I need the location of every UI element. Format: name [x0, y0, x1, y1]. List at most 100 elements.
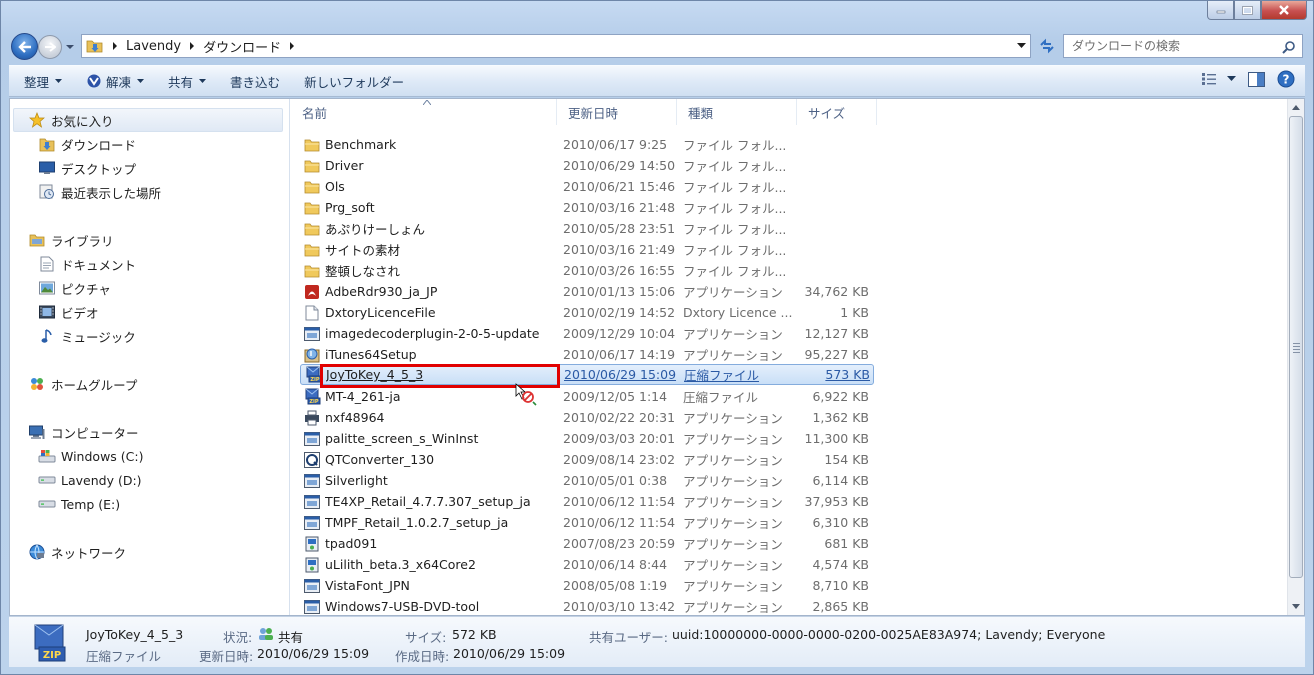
file-row[interactable]: TMPF_Retail_1.0.2.7_setup_ja 2010/06/12 1… [300, 512, 874, 533]
file-row[interactable]: QTConverter_130 2009/08/14 23:02 アプリケーション 1… [300, 449, 874, 470]
file-date: 2009/08/14 23:02 [563, 452, 676, 467]
detail-size-value: 572 KB [452, 627, 497, 642]
help-button[interactable]: ? [1277, 70, 1295, 88]
scroll-down-icon [1292, 604, 1300, 609]
music-icon [41, 329, 52, 343]
nav-pictures[interactable]: ピクチャ [38, 277, 111, 299]
nav-drive-d[interactable]: Lavendy (D:) [38, 469, 142, 491]
file-type: Dxtory Licence ... [683, 305, 793, 320]
file-row[interactable]: サイトの素材 2010/03/16 21:49 ファイル フォル... [300, 239, 874, 260]
column-size[interactable]: サイズ [797, 99, 877, 125]
file-size: 6,114 KB [812, 473, 869, 488]
address-bar[interactable]: Lavendy ダウンロード [81, 34, 1031, 58]
arrow-left-icon [17, 40, 31, 53]
file-name: あぷりけーしょん [325, 222, 426, 237]
column-modified-label: 更新日時 [568, 105, 619, 121]
computer-icon [29, 425, 45, 439]
file-row[interactable]: Ols 2010/06/21 15:46 ファイル フォル... [300, 176, 874, 197]
scroll-down-button[interactable] [1288, 598, 1304, 615]
file-row[interactable]: TE4XP_Retail_4.7.7.307_setup_ja 2010/06/1… [300, 491, 874, 512]
nav-downloads[interactable]: ダウンロード [38, 133, 136, 155]
close-button[interactable] [1261, 1, 1307, 20]
file-size: 573 KB [825, 367, 870, 382]
back-button[interactable] [11, 33, 38, 60]
breadcrumb-downloads[interactable]: ダウンロード [195, 37, 295, 56]
file-row[interactable]: DxtoryLicenceFile 2010/02/19 14:52 Dxtory … [300, 302, 874, 323]
nav-homegroup[interactable]: ホームグループ [28, 373, 137, 395]
file-date: 2010/03/16 21:48 [563, 200, 676, 215]
folder-icon [303, 220, 321, 237]
nav-favorites[interactable]: お気に入り [13, 108, 283, 132]
refresh-button[interactable] [1035, 35, 1059, 57]
file-row[interactable]: VistaFont_JPN 2008/05/08 1:19 アプリケーション 8,71… [300, 575, 874, 596]
file-row[interactable]: AdbeRdr930_ja_JP 2010/01/13 15:06 アプリケーション… [300, 281, 874, 302]
nav-drive-e[interactable]: Temp (E:) [38, 493, 120, 515]
search-input[interactable] [1072, 39, 1282, 53]
column-modified[interactable]: 更新日時 [557, 99, 677, 125]
detail-created-value: 2010/06/29 15:09 [453, 646, 566, 661]
nav-videos[interactable]: ビデオ [38, 301, 99, 323]
nav-music[interactable]: ミュージック [38, 325, 136, 347]
search-icon[interactable] [1282, 40, 1296, 54]
chevron-down-icon [1227, 76, 1236, 81]
file-type: アプリケーション [683, 432, 783, 447]
videos-icon [39, 305, 55, 319]
file-row[interactable]: iTunes64Setup 2010/06/17 14:19 アプリケーション 95,… [300, 344, 874, 365]
nav-network[interactable]: ネットワーク [28, 541, 126, 563]
file-row[interactable]: uLilith_beta.3_x64Core2 2010/06/14 8:44 アプ… [300, 554, 874, 575]
detail-size-label: サイズ: [405, 630, 447, 645]
extract-button[interactable]: 解凍 [77, 69, 153, 93]
file-row[interactable]: 整頓しなされ 2010/03/26 16:55 ファイル フォル... [300, 260, 874, 281]
detail-file-kind: 圧縮ファイル [86, 649, 162, 664]
address-history-dropdown[interactable] [1017, 43, 1026, 49]
file-name: VistaFont_JPN [325, 578, 410, 593]
scroll-thumb[interactable] [1289, 116, 1303, 578]
breadcrumb-lavendy[interactable]: Lavendy [118, 39, 195, 54]
share-button[interactable]: 共有 [159, 69, 215, 93]
forward-button[interactable] [38, 35, 62, 59]
search-box[interactable] [1063, 34, 1303, 58]
column-name[interactable]: 名前 [291, 99, 557, 125]
file-row[interactable]: ZIP MT-4_261-ja 2009/12/05 1:14 圧縮ファイル 6,922… [300, 386, 874, 407]
maximize-button[interactable] [1234, 1, 1261, 20]
recent-pages-dropdown[interactable] [65, 43, 75, 51]
column-type[interactable]: 種類 [677, 99, 797, 125]
organize-button[interactable]: 整理 [15, 69, 71, 93]
new-folder-button[interactable]: 新しいフォルダー [295, 69, 413, 93]
chevron-right-icon[interactable] [289, 42, 295, 50]
detail-modified-value: 2010/06/29 15:09 [257, 646, 370, 661]
file-row[interactable]: Windows7-USB-DVD-tool 2010/03/10 13:42 アプリ… [300, 596, 874, 615]
file-row-selected[interactable]: ZIP JoyToKey_4_5_3 2010/06/29 15:09 圧縮ファイル 5… [300, 364, 874, 385]
share-label: 共有 [168, 74, 194, 90]
nav-libraries[interactable]: ライブラリ [28, 229, 114, 251]
scroll-up-button[interactable] [1288, 99, 1304, 116]
nav-label: Lavendy (D:) [61, 472, 142, 488]
file-name: 整頓しなされ [325, 264, 401, 279]
app-icon [303, 325, 321, 342]
file-row[interactable]: Silverlight 2010/05/01 0:38 アプリケーション 6,114 … [300, 470, 874, 491]
file-size: 681 KB [824, 536, 869, 551]
column-size-label: サイズ [808, 105, 846, 121]
preview-pane-button[interactable] [1248, 71, 1265, 87]
file-row[interactable]: Prg_soft 2010/03/16 21:48 ファイル フォル... [300, 197, 874, 218]
file-row[interactable]: imagedecoderplugin-2-0-5-update 2009/12/2… [300, 323, 874, 344]
burn-button[interactable]: 書き込む [221, 69, 289, 93]
file-row[interactable]: Driver 2010/06/29 14:50 ファイル フォル... [300, 155, 874, 176]
nav-recent-places[interactable]: 最近表示した場所 [38, 181, 161, 203]
sort-ascending-icon [423, 100, 431, 105]
nav-documents[interactable]: ドキュメント [38, 253, 136, 275]
file-row[interactable]: tpad091 2007/08/23 20:59 アプリケーション 681 KB [300, 533, 874, 554]
nav-desktop[interactable]: デスクトップ [38, 157, 136, 179]
file-row[interactable]: nxf48964 2010/02/22 20:31 アプリケーション 1,362 KB [300, 407, 874, 428]
nav-computer[interactable]: コンピューター [28, 421, 139, 443]
file-row[interactable]: Benchmark 2010/06/17 9:25 ファイル フォル... [300, 134, 874, 155]
file-row[interactable]: palitte_screen_s_WinInst 2009/03/03 20:01… [300, 428, 874, 449]
vertical-scrollbar[interactable] [1287, 99, 1304, 615]
file-size: 11,300 KB [804, 431, 869, 446]
details-pane: ZIP JoyToKey_4_5_3 圧縮ファイル 状況: 共有 更新日時: 2… [9, 616, 1305, 667]
nav-drive-c[interactable]: Windows (C:) [38, 445, 143, 467]
shared-users-icon [259, 628, 273, 640]
minimize-button[interactable] [1207, 1, 1234, 20]
change-view-button[interactable] [1201, 72, 1236, 86]
file-row[interactable]: あぷりけーしょん 2010/05/28 23:51 ファイル フォル... [300, 218, 874, 239]
